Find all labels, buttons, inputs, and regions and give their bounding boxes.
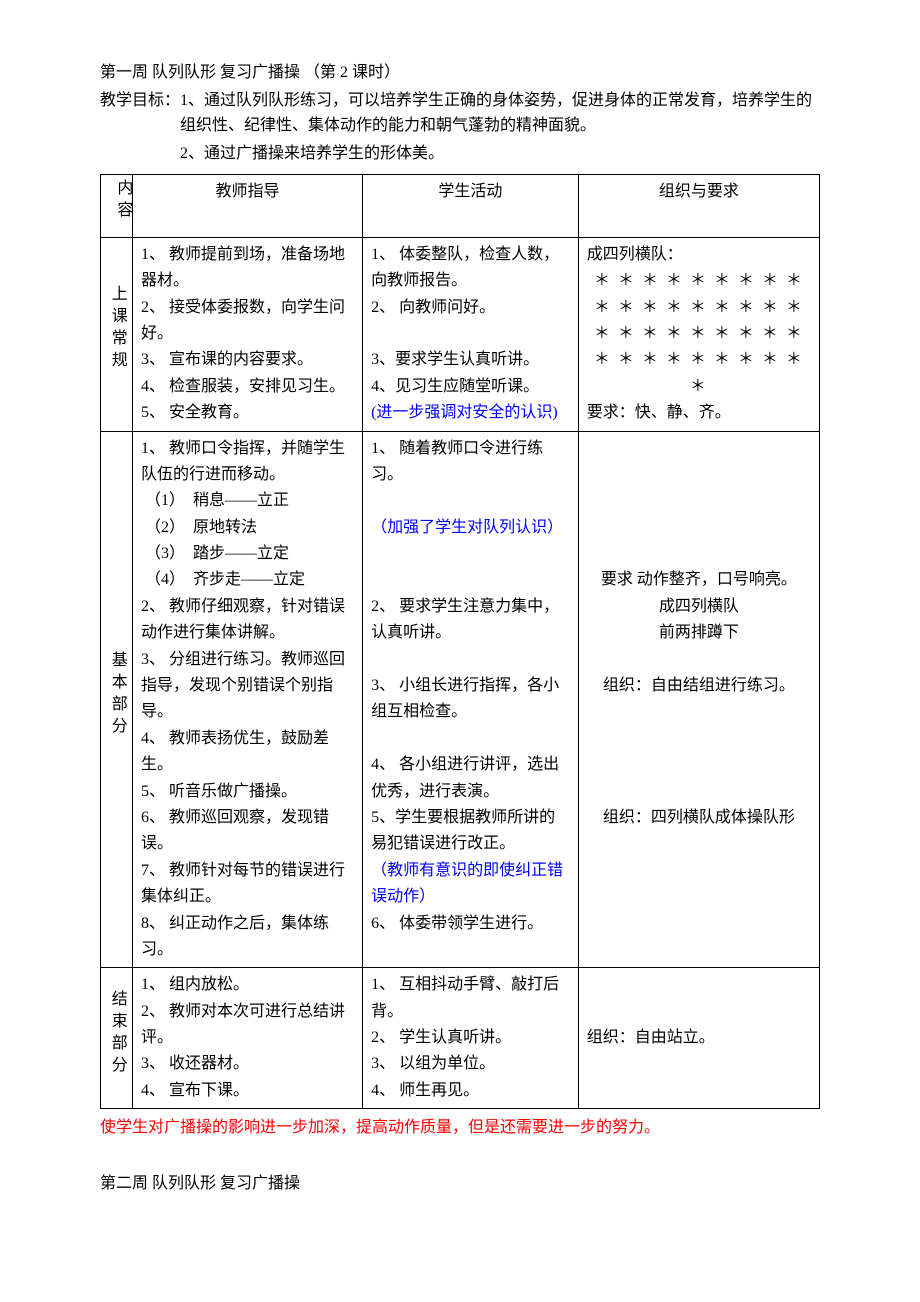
org-requirement: 要求：快、静、齐。	[587, 400, 811, 426]
goal1-text: 1、通过队列队形练习，可以培养学生正确的身体姿势，促进身体的正常发育，培养学生的…	[180, 92, 812, 135]
header-student: 学生活动	[363, 175, 579, 237]
table-row: 上课常规 1、 教师提前到场，准备场地器材。 2、 接受体委报数，向学生问好。 …	[101, 237, 820, 431]
section-label-end: 结束部分	[101, 968, 133, 1109]
table-row: 结束部分 1、 组内放松。 2、 教师对本次可进行总结讲评。 3、 收还器材。 …	[101, 968, 820, 1109]
student-main-p1: 1、 随着教师口令进行练习。	[371, 436, 570, 515]
section-label-main: 基本部分	[101, 431, 133, 968]
header-section: 内容	[101, 175, 133, 237]
org-cell-main: 要求 动作整齐，口号响亮。 成四列横队 前两排蹲下 组织：自由结组进行练习。 组…	[578, 431, 819, 968]
reflection-note: 使学生对广播操的影响进一步加深，提高动作质量，但是还需要进一步的努力。	[100, 1115, 820, 1141]
teacher-cell-main: 1、 教师口令指挥，并随学生队伍的行进而移动。 （1） 稍息——立正 （2） 原…	[133, 431, 363, 968]
org-cell-end: 组织：自由站立。	[578, 968, 819, 1109]
table-header-row: 内容 教师指导 学生活动 组织与要求	[101, 175, 820, 237]
teacher-cell-routine: 1、 教师提前到场，准备场地器材。 2、 接受体委报数，向学生问好。 3、 宣布…	[133, 237, 363, 431]
student-main-p2: 2、 要求学生注意力集中，认真听讲。 3、 小组长进行指挥，各小组互相检查。 4…	[371, 541, 570, 858]
header-teacher: 教师指导	[133, 175, 363, 237]
goal-label: 教学目标：	[100, 92, 180, 109]
student-cell-main: 1、 随着教师口令进行练习。 （加强了学生对队列认识） 2、 要求学生注意力集中…	[363, 431, 579, 968]
next-week-heading: 第二周 队列队形 复习广播操	[100, 1171, 820, 1197]
section-label-routine: 上课常规	[101, 237, 133, 431]
teaching-goal-1: 教学目标：1、通过队列队形练习，可以培养学生正确的身体姿势，促进身体的正常发育，…	[100, 88, 820, 139]
student-main-note1: （加强了学生对队列认识）	[371, 515, 570, 541]
teaching-goal-2: 2、通过广播操来培养学生的形体美。	[100, 141, 820, 167]
lesson-plan-table: 内容 教师指导 学生活动 组织与要求 上课常规 1、 教师提前到场，准备场地器材…	[100, 174, 820, 1109]
formation-diagram: ＊ ＊ ＊ ＊ ＊ ＊ ＊ ＊ ＊ ＊ ＊ ＊ ＊ ＊ ＊ ＊ ＊ ＊ ＊ ＊ …	[587, 268, 811, 400]
student-routine-note: (进一步强调对安全的认识)	[371, 400, 570, 426]
student-cell-end: 1、 互相抖动手臂、敲打后背。 2、 学生认真听讲。 3、 以组为单位。 4、 …	[363, 968, 579, 1109]
student-main-note2: （教师有意识的即使纠正错误动作）	[371, 858, 570, 911]
header-org: 组织与要求	[578, 175, 819, 237]
org-cell-routine: 成四列横队： ＊ ＊ ＊ ＊ ＊ ＊ ＊ ＊ ＊ ＊ ＊ ＊ ＊ ＊ ＊ ＊ ＊…	[578, 237, 819, 431]
page-title: 第一周 队列队形 复习广播操 （第 2 课时）	[100, 60, 820, 86]
table-row: 基本部分 1、 教师口令指挥，并随学生队伍的行进而移动。 （1） 稍息——立正 …	[101, 431, 820, 968]
org-formation-label: 成四列横队：	[587, 242, 811, 268]
teacher-cell-end: 1、 组内放松。 2、 教师对本次可进行总结讲评。 3、 收还器材。 4、 宣布…	[133, 968, 363, 1109]
student-main-p3: 6、 体委带领学生进行。	[371, 911, 570, 937]
student-routine-main: 1、 体委整队，检查人数，向教师报告。 2、 向教师问好。 3、要求学生认真听讲…	[371, 242, 570, 400]
student-cell-routine: 1、 体委整队，检查人数，向教师报告。 2、 向教师问好。 3、要求学生认真听讲…	[363, 237, 579, 431]
